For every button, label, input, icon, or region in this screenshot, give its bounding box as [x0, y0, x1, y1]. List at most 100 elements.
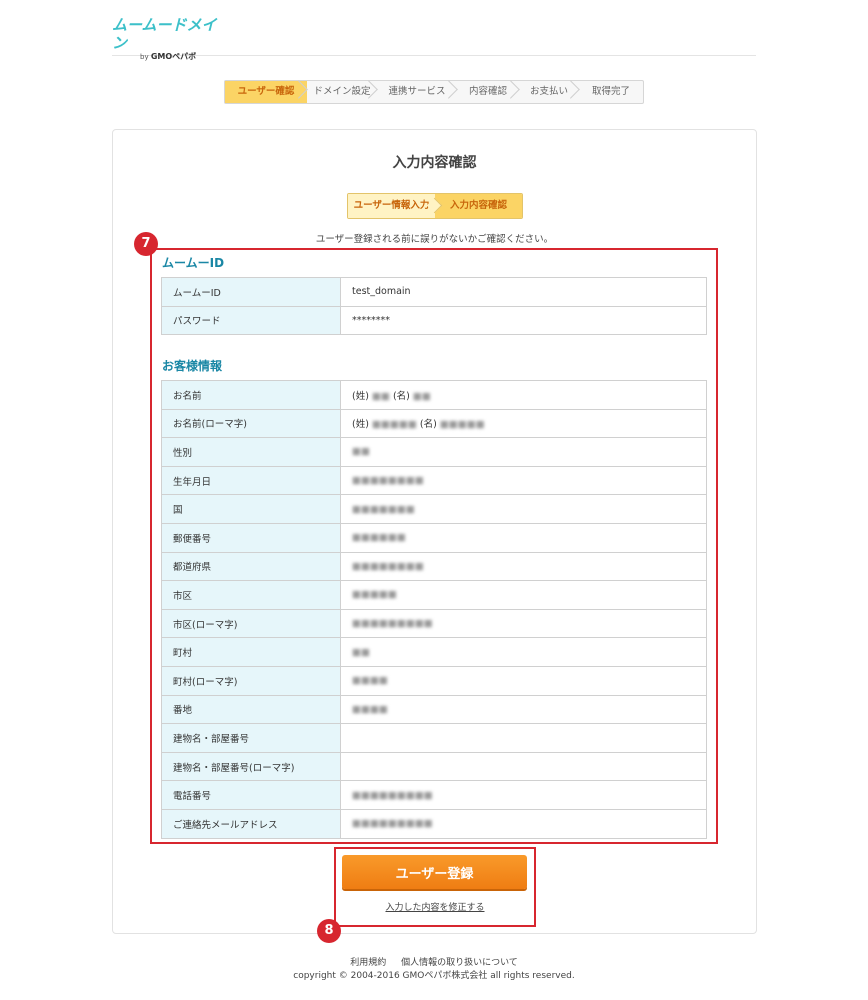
row-label: お名前(ローマ字) — [161, 408, 341, 439]
blurred-value: ■■■■■■■ — [352, 503, 415, 515]
blurred-value: ■■■■■■ — [352, 532, 406, 544]
progress-step-payment: お支払い — [519, 81, 579, 103]
row-value: (姓) ■■ (名) ■■ — [340, 380, 707, 410]
row-value: ■■■■ — [340, 665, 707, 696]
row-value: (姓) ■■■■■ (名) ■■■■■ — [340, 408, 707, 439]
progress-step-linked-services: 連携サービス — [377, 81, 457, 103]
site-header: ムームードメイン by GMOペパボ — [112, 0, 756, 61]
name-prefix-sei: (姓) — [352, 419, 369, 431]
user-register-button[interactable]: ユーザー登録 — [342, 855, 527, 889]
logo-byline-company: GMOペパボ — [150, 52, 197, 61]
table-row: ご連絡先メールアドレス ■■■■■■■■■ — [161, 808, 707, 839]
logo-byline: by GMOペパボ — [140, 52, 222, 62]
row-value: ■■■■■■■■■ — [340, 608, 707, 639]
section-title-customer-info: お客様情報 — [162, 359, 223, 373]
progress-step-complete: 取得完了 — [591, 86, 630, 97]
notice-text: ユーザー登録される前に誤りがないかご確認ください。 — [315, 234, 554, 245]
row-value: ■■■■■■ — [340, 522, 707, 553]
page-title: 入力内容確認 — [392, 155, 477, 171]
name-prefix-mei: (名) — [419, 419, 437, 431]
row-label: ご連絡先メールアドレス — [161, 808, 341, 839]
terms-link[interactable]: 利用規約 — [350, 958, 386, 968]
row-value: ■■■■■■■■■ — [340, 780, 707, 810]
logo[interactable]: ムームードメイン by GMOペパボ — [112, 16, 222, 61]
name-prefix-mei: (名) — [392, 390, 410, 402]
row-label: 建物名・部屋番号(ローマ字) — [161, 751, 341, 782]
table-row: 市区 ■■■■■ — [161, 580, 707, 610]
table-row: 町村(ローマ字) ■■■■ — [161, 665, 707, 696]
row-label: 町村 — [161, 637, 341, 667]
privacy-link[interactable]: 個人情報の取り扱いについて — [401, 958, 518, 968]
row-value — [340, 751, 707, 782]
row-value: ■■■■■■■■■ — [340, 808, 707, 839]
table-row: 生年月日 ■■■■■■■■ — [161, 465, 707, 496]
row-value: ■■■■■■■■ — [340, 551, 707, 582]
table-row: 市区(ローマ字) ■■■■■■■■■ — [161, 608, 707, 639]
row-label: 国 — [161, 494, 341, 524]
row-label: 都道府県 — [161, 551, 341, 582]
section-title-muumuu-id: ムームーID — [162, 256, 225, 270]
blurred-value: ■■■■■■■■■ — [352, 618, 433, 630]
blurred-value: ■■■■■■■■ — [352, 475, 424, 487]
annotation-badge-8: 8 — [317, 919, 341, 943]
blurred-value: ■■ — [352, 446, 370, 458]
logo-byline-prefix: by — [140, 53, 149, 61]
table-row: 都道府県 ■■■■■■■■ — [161, 551, 707, 582]
row-label: 電話番号 — [161, 780, 341, 810]
table-row: お名前 (姓) ■■ (名) ■■ — [161, 380, 707, 410]
row-value: ■■ — [340, 437, 707, 467]
blurred-value: ■■ — [352, 646, 370, 658]
logo-text: ムームードメイン — [112, 16, 217, 52]
table-row: 郵便番号 ■■■■■■ — [161, 522, 707, 553]
blurred-value: ■■■■■■■■ — [352, 560, 424, 572]
table-row: 建物名・部屋番号 — [161, 723, 707, 753]
blurred-value: ■■■■ — [352, 675, 388, 687]
row-value: test_domain — [340, 277, 707, 307]
edit-input-link[interactable]: 入力した内容を修正する — [334, 900, 536, 913]
row-label: ムームーID — [161, 277, 341, 307]
muumuu-id-table: ムームーID test_domain パスワード ******** — [161, 277, 707, 336]
row-value — [340, 723, 707, 753]
row-label: 市区 — [161, 580, 341, 610]
blurred-value: ■■ — [371, 390, 390, 402]
row-value: ■■■■■■■■ — [340, 465, 707, 496]
row-value: ■■■■■ — [340, 580, 707, 610]
blurred-value: ■■■■■ — [439, 419, 485, 431]
copyright-text: copyright © 2004-2016 GMOペパボ株式会社 all rig… — [293, 971, 575, 981]
table-row: ムームーID test_domain — [161, 277, 707, 307]
name-prefix-sei: (姓) — [352, 390, 369, 402]
sub-step-user-input: ユーザー情報入力 — [348, 194, 435, 218]
row-value: ******** — [340, 305, 707, 336]
table-row: お名前(ローマ字) (姓) ■■■■■ (名) ■■■■■ — [161, 408, 707, 439]
table-row: パスワード ******** — [161, 305, 707, 336]
table-row: 番地 ■■■■ — [161, 694, 707, 725]
row-label: お名前 — [161, 380, 341, 410]
blurred-value: ■■■■■ — [371, 419, 417, 431]
sub-step-confirm: 入力内容確認 — [435, 194, 522, 218]
blurred-value: ■■■■ — [352, 703, 388, 715]
progress-step-content-confirm: 内容確認 — [457, 81, 519, 103]
progress-step-domain-settings: ドメイン設定 — [307, 81, 377, 103]
table-row: 性別 ■■ — [161, 437, 707, 467]
row-value: ■■ — [340, 637, 707, 667]
blurred-value: ■■■■■ — [352, 589, 397, 601]
row-label: 町村(ローマ字) — [161, 665, 341, 696]
footer-links: 利用規約 個人情報の取り扱いについて — [0, 955, 868, 968]
table-row: 建物名・部屋番号(ローマ字) — [161, 751, 707, 782]
annotation-badge-7: 7 — [134, 232, 158, 256]
progress-steps: ユーザー確認 ドメイン設定 連携サービス 内容確認 お支払い 取得完了 — [224, 80, 644, 104]
blurred-value: ■■■■■■■■■ — [352, 818, 433, 830]
blurred-value: ■■■■■■■■■ — [352, 789, 433, 801]
row-label: 郵便番号 — [161, 522, 341, 553]
row-label: 市区(ローマ字) — [161, 608, 341, 639]
sub-steps: ユーザー情報入力 入力内容確認 — [347, 193, 523, 219]
row-label: 生年月日 — [161, 465, 341, 496]
row-label: パスワード — [161, 305, 341, 336]
table-row: 町村 ■■ — [161, 637, 707, 667]
table-row: 電話番号 ■■■■■■■■■ — [161, 780, 707, 810]
table-row: 国 ■■■■■■■ — [161, 494, 707, 524]
customer-info-table: お名前 (姓) ■■ (名) ■■ お名前(ローマ字) (姓) ■■■■■ (名… — [161, 380, 707, 839]
progress-step-user-confirm: ユーザー確認 — [225, 81, 307, 103]
row-label: 性別 — [161, 437, 341, 467]
row-value: ■■■■ — [340, 694, 707, 725]
